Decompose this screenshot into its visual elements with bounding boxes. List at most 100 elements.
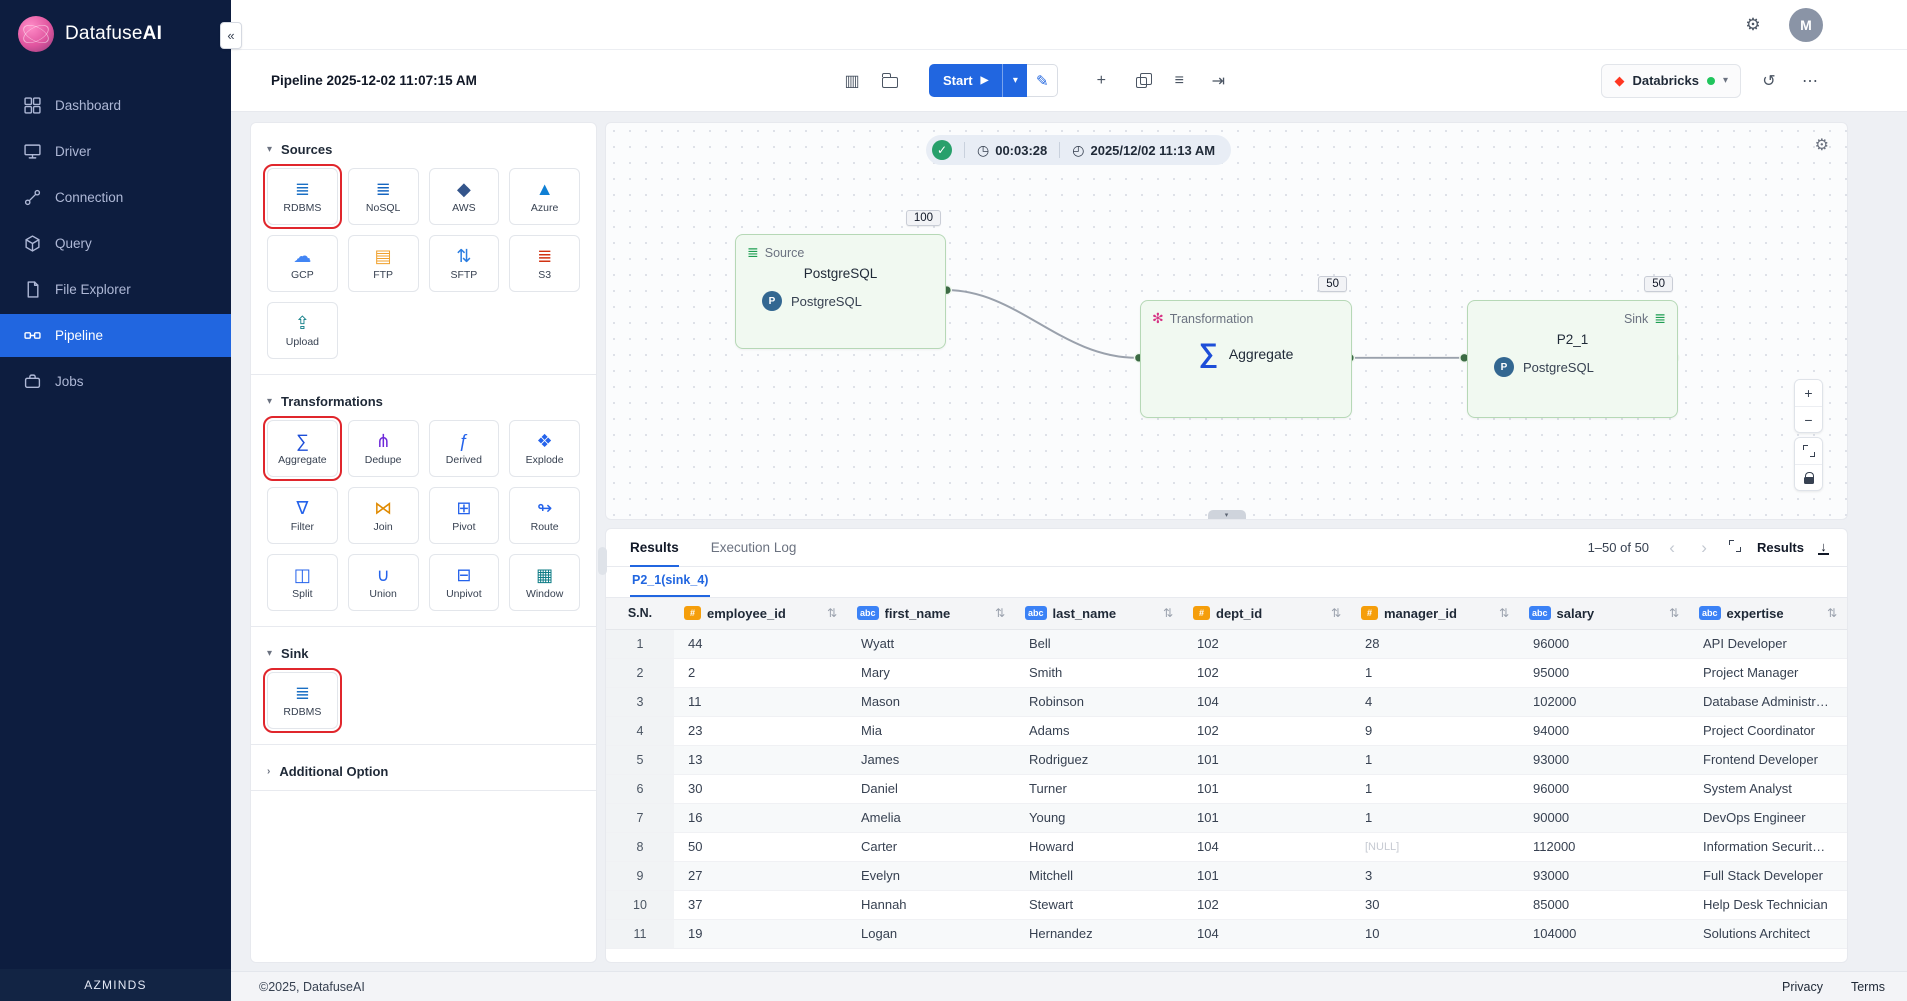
sidebar-item-connection[interactable]: Connection — [0, 176, 231, 219]
palette-tile[interactable]: ƒ Derived — [429, 420, 500, 477]
column-label: last_name — [1053, 606, 1117, 621]
edit-pipeline-button[interactable]: ✎ — [1027, 64, 1058, 97]
terms-link[interactable]: Terms — [1851, 980, 1885, 994]
download-results-button[interactable]: ↓ — [1818, 541, 1829, 555]
pipeline-icon — [24, 327, 41, 344]
prev-page-button[interactable]: ‹ — [1663, 538, 1681, 558]
sidebar-item-pipeline[interactable]: Pipeline — [0, 314, 231, 357]
fit-view-button[interactable] — [1795, 438, 1822, 464]
palette-tile[interactable]: ∇ Filter — [267, 487, 338, 544]
sidebar-item-jobs[interactable]: Jobs — [0, 360, 231, 403]
sidebar-item-label: Pipeline — [55, 328, 103, 343]
palette-tile[interactable]: ⇅ SFTP — [429, 235, 500, 292]
table-row: 9 27 Evelyn Mitchell 101 3 93000 Full St… — [606, 861, 1847, 890]
palette-tile[interactable]: ❖ Explode — [509, 420, 580, 477]
column-header[interactable]: # manager_id ⇅ — [1351, 598, 1519, 629]
palette-tile[interactable]: ∑ Aggregate — [267, 420, 338, 477]
node-transformation[interactable]: 50 ✻ Transformation ∑ Aggregate — [1140, 300, 1352, 418]
palette-tile[interactable]: ∪ Union — [348, 554, 419, 611]
node-kind: ≣ Source — [736, 235, 945, 261]
section-transformations[interactable]: ▾ Transformations — [267, 387, 580, 420]
column-header[interactable]: abc expertise ⇅ — [1689, 598, 1847, 629]
postgresql-icon: P — [1494, 357, 1514, 377]
palette-tile[interactable]: ◆ AWS — [429, 168, 500, 225]
node-connector: P PostgreSQL — [1468, 347, 1677, 377]
workspace-column: ✓ ◷ 00:03:28 ◴ 2025/12/02 11:13 AM ⚙ 10 — [605, 122, 1848, 963]
palette-tile[interactable]: ☁ GCP — [267, 235, 338, 292]
section-sources[interactable]: ▾ Sources — [267, 135, 580, 168]
palette-tile[interactable]: ≣ RDBMS — [267, 672, 338, 729]
sidebar-item-driver[interactable]: Driver — [0, 130, 231, 173]
panel-resize-handle[interactable] — [598, 547, 607, 575]
add-node-button[interactable]: + — [1088, 68, 1114, 94]
sidebar-collapse-button[interactable]: « — [220, 22, 242, 49]
column-header[interactable]: abc first_name ⇅ — [847, 598, 1015, 629]
canvas-settings-icon[interactable]: ⚙ — [1815, 135, 1829, 155]
sort-icon[interactable]: ⇅ — [995, 606, 1005, 620]
tile-icon: ◆ — [457, 180, 471, 198]
node-source[interactable]: 100 ≣ Source PostgreSQL P PostgreSQL — [735, 234, 946, 349]
sort-icon[interactable]: ⇅ — [827, 606, 837, 620]
sidebar-item-label: Jobs — [55, 374, 84, 389]
footer-links: Privacy Terms — [1782, 980, 1885, 994]
column-header[interactable]: # dept_id ⇅ — [1183, 598, 1351, 629]
start-options-caret[interactable]: ▾ — [1002, 64, 1027, 97]
more-options-icon[interactable]: ⋯ — [1797, 68, 1823, 94]
environment-selector[interactable]: ◆ Databricks ▾ — [1601, 64, 1741, 98]
zoom-in-button[interactable]: + — [1795, 380, 1822, 406]
start-button[interactable]: Start▶ — [929, 64, 1002, 97]
column-label: employee_id — [707, 606, 786, 621]
palette-tile[interactable]: ⋈ Join — [348, 487, 419, 544]
palette-tile[interactable]: ◫ Split — [267, 554, 338, 611]
palette-tile[interactable]: ▲ Azure — [509, 168, 580, 225]
palette-tile[interactable]: ▤ FTP — [348, 235, 419, 292]
section-sink[interactable]: ▾ Sink — [267, 639, 580, 672]
tile-label: NoSQL — [366, 202, 400, 214]
lock-canvas-button[interactable] — [1795, 464, 1822, 490]
palette-tile[interactable]: ↬ Route — [509, 487, 580, 544]
tab-execution-log[interactable]: Execution Log — [711, 529, 797, 566]
sort-icon[interactable]: ⇅ — [1163, 606, 1173, 620]
open-folder-button[interactable] — [877, 68, 903, 94]
sidebar-item-dashboard[interactable]: Dashboard — [0, 84, 231, 127]
palette-tile[interactable]: ⋔ Dedupe — [348, 420, 419, 477]
cell-dept-id: 102 — [1183, 716, 1351, 745]
palette-tile[interactable]: ⇪ Upload — [267, 302, 338, 359]
expand-results-button[interactable] — [1727, 538, 1743, 557]
palette-tile[interactable]: ⊟ Unpivot — [429, 554, 500, 611]
column-header[interactable]: abc salary ⇅ — [1519, 598, 1689, 629]
palette-tile[interactable]: ≣ RDBMS — [267, 168, 338, 225]
pipeline-canvas[interactable]: ✓ ◷ 00:03:28 ◴ 2025/12/02 11:13 AM ⚙ 10 — [605, 122, 1848, 520]
export-button[interactable]: ⇥ — [1205, 68, 1231, 94]
sort-icon[interactable]: ⇅ — [1827, 606, 1837, 620]
next-page-button[interactable]: › — [1695, 538, 1713, 558]
dashboard-icon — [24, 97, 41, 114]
palette-tile[interactable]: ≣ NoSQL — [348, 168, 419, 225]
history-icon[interactable]: ↺ — [1756, 68, 1782, 94]
sort-icon[interactable]: ⇅ — [1499, 606, 1509, 620]
sort-icon[interactable]: ⇅ — [1331, 606, 1341, 620]
canvas-collapse-handle[interactable]: ▾ — [1208, 510, 1246, 519]
node-sink[interactable]: 50 Sink ≣ P2_1 P PostgreSQL — [1467, 300, 1678, 418]
palette-tile[interactable]: ≣ S3 — [509, 235, 580, 292]
results-table-wrap[interactable]: S.N. # employee_id ⇅ — [606, 598, 1847, 962]
column-type-icon: # — [1361, 606, 1378, 620]
copy-button[interactable] — [1127, 68, 1153, 94]
subtab-sink-output[interactable]: P2_1(sink_4) — [630, 573, 710, 597]
sort-icon[interactable]: ⇅ — [1669, 606, 1679, 620]
section-additional-option[interactable]: › Additional Option — [267, 757, 580, 790]
palette-tile[interactable]: ▦ Window — [509, 554, 580, 611]
privacy-link[interactable]: Privacy — [1782, 980, 1823, 994]
layout-panel-icon[interactable]: ▥ — [839, 68, 865, 94]
user-avatar[interactable]: M — [1789, 8, 1823, 42]
column-header[interactable]: # employee_id ⇅ — [674, 598, 847, 629]
zoom-out-button[interactable]: − — [1795, 406, 1822, 432]
list-view-button[interactable]: ≡ — [1166, 68, 1192, 94]
cell-sn: 7 — [606, 803, 674, 832]
settings-gear-icon[interactable]: ⚙ — [1739, 11, 1767, 39]
column-header[interactable]: abc last_name ⇅ — [1015, 598, 1183, 629]
sidebar-item-query[interactable]: Query — [0, 222, 231, 265]
tab-results[interactable]: Results — [630, 529, 679, 566]
palette-tile[interactable]: ⊞ Pivot — [429, 487, 500, 544]
sidebar-item-file-explorer[interactable]: File Explorer — [0, 268, 231, 311]
